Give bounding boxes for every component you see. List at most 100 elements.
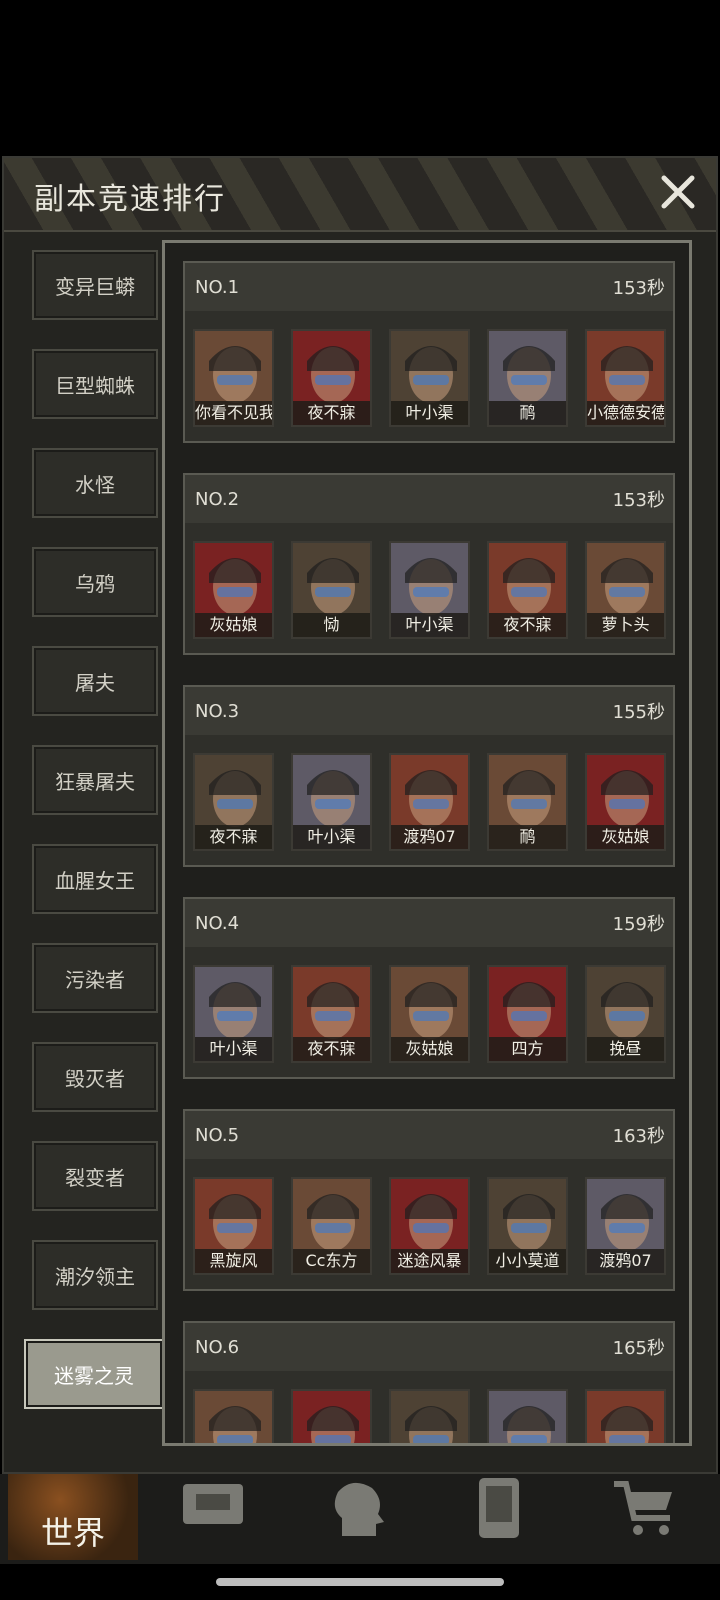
member-card[interactable]: 萝卜头 [585,541,666,639]
rank-label: NO.1 [195,276,240,298]
member-card[interactable]: 四方 [487,965,568,1063]
member-name: 叶小渠 [293,825,370,849]
member-name: 渡鸦07 [391,825,468,849]
member-name: 渡鸦07 [587,1249,664,1273]
member-card[interactable]: Cc东方 [291,1177,372,1275]
rank-label: NO.4 [195,912,240,934]
nav-world-button[interactable]: 世界 [8,1474,138,1560]
member-card[interactable] [193,1389,274,1443]
clear-time: 153秒 [612,490,665,511]
phone-icon[interactable] [464,1478,534,1538]
member-name: 小德德安德 [587,401,664,425]
member-card[interactable]: 夜不寐 [193,753,274,851]
team-members: 叶小渠 夜不寐 灰姑娘 四方 挽昼 [185,947,673,1063]
tab-boss[interactable]: 血腥女王 [32,844,158,914]
member-card[interactable]: 夜不寐 [487,541,568,639]
member-card[interactable]: 叶小渠 [291,753,372,851]
rank-label: NO.2 [195,488,240,510]
avatar [391,1391,468,1443]
clear-time: 155秒 [612,702,665,723]
member-name: 夜不寐 [489,613,566,637]
home-indicator[interactable] [216,1578,504,1586]
ranking-list[interactable]: NO.1 153秒 你看不见我 夜不寐 叶小渠鸸小德德安德 NO.2 153秒 灰姑娘恸叶小渠… [162,240,692,1446]
member-card[interactable]: 黑旋风 [193,1177,274,1275]
avatar [489,1391,566,1443]
tab-boss[interactable]: 裂变者 [32,1141,158,1211]
character-head-icon[interactable] [322,1478,392,1538]
bottom-navbar: 世界 [0,1474,720,1564]
member-name: 恸 [293,613,370,637]
member-card[interactable]: 鸸 [487,329,568,427]
ranking-entry: NO.2 153秒灰姑娘恸叶小渠 夜不寐 萝卜头 [183,473,675,655]
close-icon[interactable] [654,168,702,216]
member-name: 你看不见我 [195,401,272,425]
tab-boss[interactable]: 变异巨蟒 [32,250,158,320]
rank-label: NO.5 [195,1124,240,1146]
member-name: 叶小渠 [391,613,468,637]
shopping-cart-icon[interactable] [610,1478,680,1538]
tab-boss-active[interactable]: 迷雾之灵 [24,1339,164,1409]
team-members: 黑旋风 Cc东方 迷途风暴 小小莫道 渡鸦07 [185,1159,673,1275]
member-card[interactable] [291,1389,372,1443]
member-name: 夜不寐 [195,825,272,849]
tab-boss[interactable]: 污染者 [32,943,158,1013]
member-name: 四方 [489,1037,566,1061]
rank-label: NO.3 [195,700,240,722]
tab-boss[interactable]: 巨型蜘蛛 [32,349,158,419]
ranking-dialog: 副本竞速排行 变异巨蟒 巨型蜘蛛 水怪 乌鸦 屠夫 狂暴屠夫 血腥女王 污染者 … [2,156,718,1474]
member-name: 夜不寐 [293,401,370,425]
member-card[interactable]: 灰姑娘 [585,753,666,851]
tab-boss[interactable]: 乌鸦 [32,547,158,617]
member-name: 挽昼 [587,1037,664,1061]
ranking-entry: NO.4 159秒叶小渠 夜不寐 灰姑娘 四方 挽昼 [183,897,675,1079]
dialog-title: 副本竞速排行 [34,182,226,217]
ranking-entry-header: NO.5 163秒 [185,1111,673,1159]
member-name: 叶小渠 [391,401,468,425]
member-name: 叶小渠 [195,1037,272,1061]
member-card[interactable]: 夜不寐 [291,329,372,427]
backpack-icon[interactable] [178,1478,248,1538]
member-name: 夜不寐 [293,1037,370,1061]
member-name: 鸸 [489,825,566,849]
ranking-entry-header: NO.4 159秒 [185,899,673,947]
rank-label: NO.6 [195,1336,240,1358]
member-card[interactable]: 迷途风暴 [389,1177,470,1275]
member-name: 小小莫道 [489,1249,566,1273]
ranking-entry-header: NO.6 165秒 [185,1323,673,1371]
member-card[interactable]: 叶小渠 [389,329,470,427]
member-card[interactable] [487,1389,568,1443]
member-card[interactable]: 鸸 [487,753,568,851]
tab-boss[interactable]: 屠夫 [32,646,158,716]
member-card[interactable]: 叶小渠 [193,965,274,1063]
tab-boss[interactable]: 狂暴屠夫 [32,745,158,815]
member-card[interactable]: 恸 [291,541,372,639]
member-name: 鸸 [489,401,566,425]
member-card[interactable] [389,1389,470,1443]
member-card[interactable]: 夜不寐 [291,965,372,1063]
member-name: 黑旋风 [195,1249,272,1273]
avatar [587,1391,664,1443]
member-card[interactable]: 渡鸦07 [389,753,470,851]
member-card[interactable] [585,1389,666,1443]
team-members: 灰姑娘恸叶小渠 夜不寐 萝卜头 [185,523,673,639]
member-card[interactable]: 叶小渠 [389,541,470,639]
member-card[interactable]: 小德德安德 [585,329,666,427]
tab-boss[interactable]: 毁灭者 [32,1042,158,1112]
member-card[interactable]: 挽昼 [585,965,666,1063]
member-card[interactable]: 你看不见我 [193,329,274,427]
member-card[interactable]: 渡鸦07 [585,1177,666,1275]
member-card[interactable]: 小小莫道 [487,1177,568,1275]
member-name: Cc东方 [293,1249,370,1273]
team-members: 你看不见我 夜不寐 叶小渠鸸小德德安德 [185,311,673,427]
member-card[interactable]: 灰姑娘 [389,965,470,1063]
ranking-entry: NO.6 165秒 [183,1321,675,1443]
tab-boss[interactable]: 水怪 [32,448,158,518]
member-card[interactable]: 灰姑娘 [193,541,274,639]
avatar [195,1391,272,1443]
member-name: 迷途风暴 [391,1249,468,1273]
ranking-entry: NO.3 155秒夜不寐 叶小渠 渡鸦07 鸸灰姑娘 [183,685,675,867]
ranking-entry-header: NO.1 153秒 [185,263,673,311]
clear-time: 159秒 [612,914,665,935]
tab-boss[interactable]: 潮汐领主 [32,1240,158,1310]
member-name: 灰姑娘 [587,825,664,849]
